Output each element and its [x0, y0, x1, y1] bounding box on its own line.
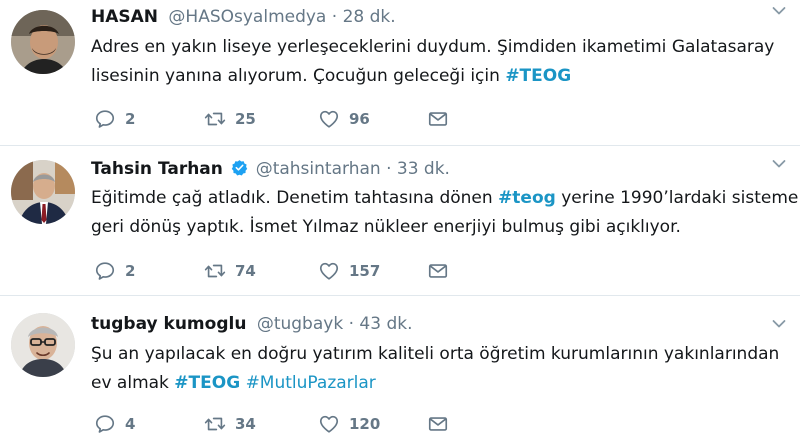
heart-icon [318, 108, 340, 130]
retweet-icon [204, 413, 226, 435]
tweet-header: tugbay kumoglu @tugbayk · 43 dk. [91, 313, 412, 335]
hashtag-link[interactable]: #teog [498, 188, 556, 208]
envelope-icon [427, 108, 449, 130]
hashtag-link[interactable]: #MutluPazarlar [246, 373, 376, 393]
retweet-count: 74 [235, 262, 256, 280]
tweet-text-line: Şu an yapılacak en doğru yatırım kalitel… [91, 344, 780, 364]
reply-icon [94, 413, 116, 435]
avatar[interactable] [11, 10, 75, 74]
tweet-text-segment: yerine 1990’lardaki sisteme [555, 188, 799, 208]
hashtag-link[interactable]: #TEOG [174, 373, 240, 393]
like-button[interactable]: 157 [318, 259, 380, 283]
separator-dot: · [348, 314, 354, 334]
chevron-down-icon[interactable] [772, 159, 786, 169]
timestamp[interactable]: 33 dk. [397, 159, 450, 179]
username[interactable]: @tahsintarhan [256, 159, 381, 179]
tweet[interactable]: HASAN @HASOsyalmedya · 28 dk. Adres en y… [0, 0, 800, 143]
retweet-icon [204, 108, 226, 130]
retweet-button[interactable]: 25 [204, 107, 256, 131]
retweet-button[interactable]: 34 [204, 412, 256, 436]
avatar-image [11, 10, 75, 74]
timestamp[interactable]: 28 dk. [343, 7, 396, 27]
tweet-text: Eğitimde çağ atladık. Denetim tahtasına … [91, 184, 798, 242]
tweet-text-line: Eğitimde çağ atladık. Denetim tahtasına … [91, 184, 798, 213]
like-button[interactable]: 120 [318, 412, 380, 436]
tweet-text: Şu an yapılacak en doğru yatırım kalitel… [91, 340, 791, 398]
username[interactable]: @HASOsyalmedya [168, 7, 326, 27]
retweet-button[interactable]: 74 [204, 259, 256, 283]
reply-button[interactable]: 2 [94, 259, 135, 283]
tweet-actions: 2 74 157 [94, 259, 494, 283]
reply-button[interactable]: 2 [94, 107, 135, 131]
display-name[interactable]: tugbay kumoglu [91, 314, 246, 334]
direct-message-button[interactable] [427, 412, 449, 436]
username[interactable]: @tugbayk [257, 314, 343, 334]
tweet-text: Adres en yakın liseye yerleşeceklerini d… [91, 33, 791, 91]
like-count: 120 [349, 415, 381, 433]
chevron-down-icon[interactable] [772, 6, 786, 16]
direct-message-button[interactable] [427, 259, 449, 283]
display-name[interactable]: Tahsin Tarhan [91, 159, 223, 179]
heart-icon [318, 260, 340, 282]
envelope-icon [427, 413, 449, 435]
separator-dot: · [386, 159, 392, 179]
tweet-header: Tahsin Tarhan @tahsintarhan · 33 dk. [91, 158, 450, 180]
reply-button[interactable]: 4 [94, 412, 135, 436]
display-name[interactable]: HASAN [91, 7, 158, 27]
tweet-actions: 2 25 96 [94, 107, 494, 131]
reply-icon [94, 108, 116, 130]
hashtag-link[interactable]: #TEOG [505, 66, 571, 86]
timestamp[interactable]: 43 dk. [359, 314, 412, 334]
like-count: 157 [349, 262, 381, 280]
retweet-count: 34 [235, 415, 256, 433]
chevron-down-icon[interactable] [772, 319, 786, 329]
reply-count: 4 [125, 415, 136, 433]
like-button[interactable]: 96 [318, 107, 370, 131]
envelope-icon [427, 260, 449, 282]
tweet[interactable]: tugbay kumoglu @tugbayk · 43 dk. Şu an y… [0, 296, 800, 444]
tweet-text-line: ev almak #TEOG #MutluPazarlar [91, 369, 791, 398]
reply-icon [94, 260, 116, 282]
tweet-text-line: Adres en yakın liseye yerleşeceklerini d… [91, 37, 775, 57]
tweet[interactable]: Tahsin Tarhan @tahsintarhan · 33 dk. Eği… [0, 146, 800, 292]
tweet-header: HASAN @HASOsyalmedya · 28 dk. [91, 6, 396, 28]
retweet-icon [204, 260, 226, 282]
tweet-text-segment: lisesinin yanına alıyorum. Çocuğun gelec… [91, 66, 506, 86]
verified-badge-icon [232, 160, 248, 176]
tweet-text-segment: ev almak [91, 373, 175, 393]
retweet-count: 25 [235, 110, 256, 128]
tweet-text-line: lisesinin yanına alıyorum. Çocuğun gelec… [91, 62, 791, 91]
avatar[interactable] [11, 160, 75, 224]
avatar[interactable] [11, 313, 75, 377]
avatar-image [11, 160, 75, 224]
reply-count: 2 [125, 262, 136, 280]
tweet-actions: 4 34 120 [94, 412, 494, 436]
tweet-text-segment: Eğitimde çağ atladık. Denetim tahtasına … [91, 188, 499, 208]
separator-dot: · [331, 7, 338, 27]
reply-count: 2 [125, 110, 136, 128]
tweet-text-line: geri dönüş yaptık. İsmet Yılmaz nükleer … [91, 217, 681, 237]
avatar-image [11, 313, 75, 377]
direct-message-button[interactable] [427, 107, 449, 131]
heart-icon [318, 413, 340, 435]
like-count: 96 [349, 110, 370, 128]
